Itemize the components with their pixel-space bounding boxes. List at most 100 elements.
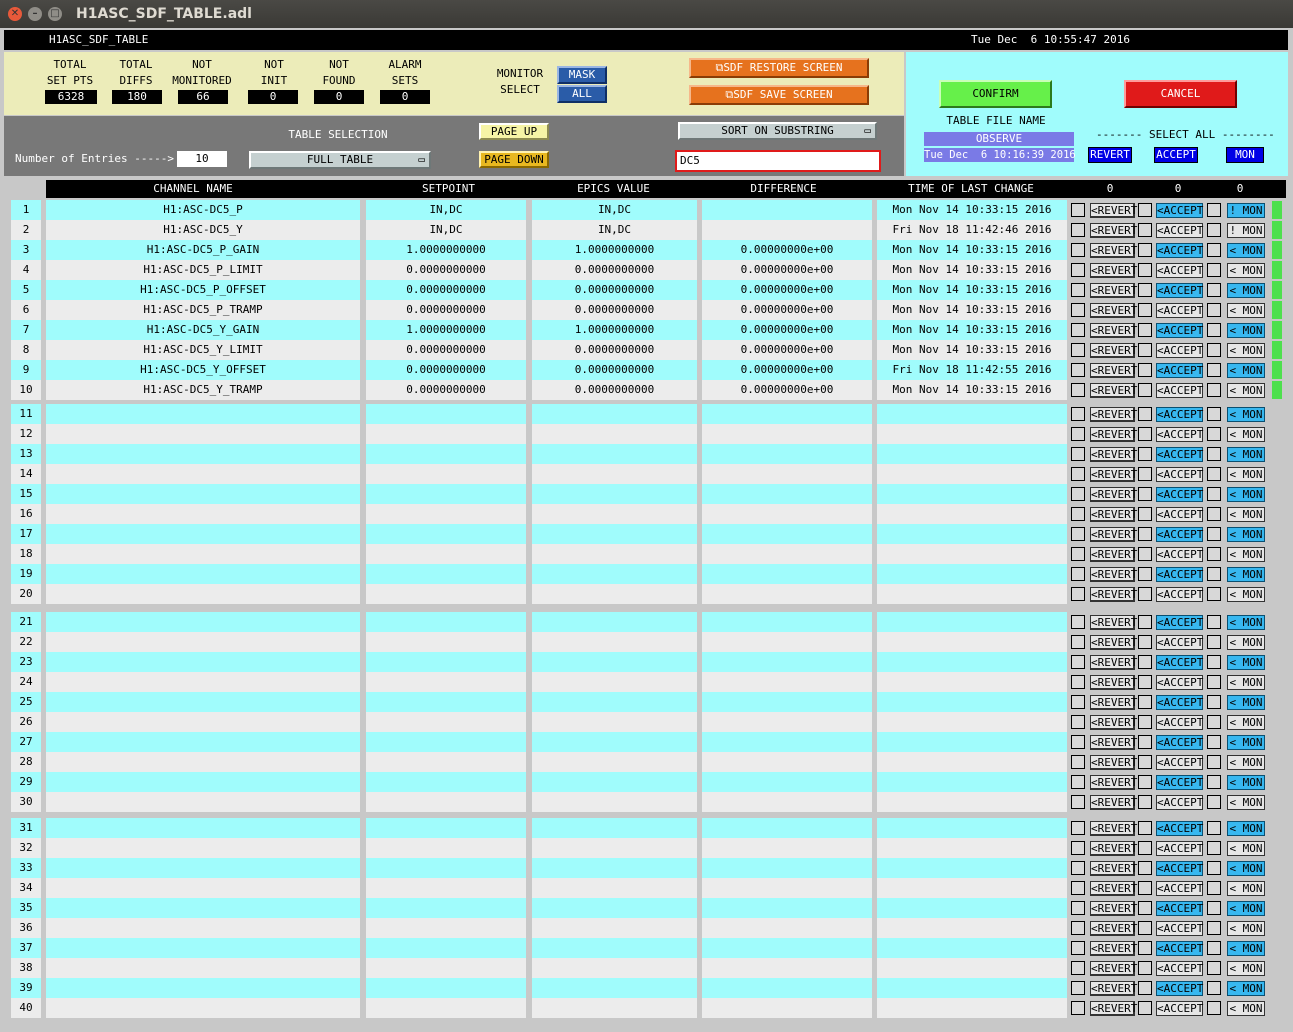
revert-checkbox[interactable]: [1071, 715, 1085, 729]
revert-checkbox[interactable]: [1071, 735, 1085, 749]
accept-button[interactable]: <ACCEPT: [1156, 675, 1203, 690]
revert-button[interactable]: <REVERT: [1090, 881, 1137, 896]
revert-checkbox[interactable]: [1071, 675, 1085, 689]
mon-checkbox[interactable]: [1207, 283, 1221, 297]
cancel-button[interactable]: CANCEL: [1124, 80, 1237, 108]
mon-checkbox[interactable]: [1207, 841, 1221, 855]
mon-button[interactable]: < MON: [1227, 263, 1265, 278]
accept-checkbox[interactable]: [1138, 383, 1152, 397]
accept-button[interactable]: <ACCEPT: [1156, 547, 1203, 562]
accept-checkbox[interactable]: [1138, 587, 1152, 601]
sort-on-substring-dropdown[interactable]: SORT ON SUBSTRING ▭: [678, 122, 877, 140]
accept-button[interactable]: <ACCEPT: [1156, 981, 1203, 996]
accept-button[interactable]: <ACCEPT: [1156, 715, 1203, 730]
accept-button[interactable]: <ACCEPT: [1156, 795, 1203, 810]
revert-checkbox[interactable]: [1071, 427, 1085, 441]
revert-checkbox[interactable]: [1071, 323, 1085, 337]
revert-button[interactable]: <REVERT: [1090, 775, 1137, 790]
accept-checkbox[interactable]: [1138, 941, 1152, 955]
accept-checkbox[interactable]: [1138, 861, 1152, 875]
accept-checkbox[interactable]: [1138, 655, 1152, 669]
mon-checkbox[interactable]: [1207, 695, 1221, 709]
mon-button[interactable]: < MON: [1227, 447, 1265, 462]
revert-button[interactable]: <REVERT: [1090, 695, 1137, 710]
revert-button[interactable]: <REVERT: [1090, 487, 1137, 502]
mon-button[interactable]: < MON: [1227, 961, 1265, 976]
accept-button[interactable]: <ACCEPT: [1156, 655, 1203, 670]
accept-button[interactable]: <ACCEPT: [1156, 303, 1203, 318]
accept-checkbox[interactable]: [1138, 881, 1152, 895]
accept-button[interactable]: <ACCEPT: [1156, 383, 1203, 398]
mon-button[interactable]: < MON: [1227, 921, 1265, 936]
revert-checkbox[interactable]: [1071, 961, 1085, 975]
mon-checkbox[interactable]: [1207, 901, 1221, 915]
accept-button[interactable]: <ACCEPT: [1156, 427, 1203, 442]
accept-checkbox[interactable]: [1138, 695, 1152, 709]
accept-button[interactable]: <ACCEPT: [1156, 695, 1203, 710]
revert-checkbox[interactable]: [1071, 1001, 1085, 1015]
revert-checkbox[interactable]: [1071, 795, 1085, 809]
mon-checkbox[interactable]: [1207, 507, 1221, 521]
mon-checkbox[interactable]: [1207, 527, 1221, 541]
mon-button[interactable]: < MON: [1227, 821, 1265, 836]
sort-substring-input[interactable]: DC5: [675, 150, 881, 172]
entries-input[interactable]: 10: [177, 151, 227, 167]
mon-checkbox[interactable]: [1207, 263, 1221, 277]
mon-checkbox[interactable]: [1207, 203, 1221, 217]
revert-button[interactable]: <REVERT: [1090, 527, 1137, 542]
accept-button[interactable]: <ACCEPT: [1156, 223, 1203, 238]
accept-checkbox[interactable]: [1138, 487, 1152, 501]
revert-button[interactable]: <REVERT: [1090, 821, 1137, 836]
mon-button[interactable]: < MON: [1227, 635, 1265, 650]
mon-button[interactable]: ! MON: [1227, 223, 1265, 238]
revert-button[interactable]: <REVERT: [1090, 981, 1137, 996]
mon-checkbox[interactable]: [1207, 487, 1221, 501]
mon-button[interactable]: < MON: [1227, 775, 1265, 790]
accept-checkbox[interactable]: [1138, 921, 1152, 935]
revert-checkbox[interactable]: [1071, 507, 1085, 521]
revert-checkbox[interactable]: [1071, 467, 1085, 481]
window-minimize-icon[interactable]: –: [28, 7, 42, 21]
revert-button[interactable]: <REVERT: [1090, 675, 1137, 690]
mon-button[interactable]: < MON: [1227, 675, 1265, 690]
accept-button[interactable]: <ACCEPT: [1156, 961, 1203, 976]
window-close-icon[interactable]: ✕: [8, 7, 22, 21]
revert-button[interactable]: <REVERT: [1090, 861, 1137, 876]
revert-button[interactable]: <REVERT: [1090, 363, 1137, 378]
mon-button[interactable]: < MON: [1227, 615, 1265, 630]
accept-checkbox[interactable]: [1138, 323, 1152, 337]
revert-button[interactable]: <REVERT: [1090, 1001, 1137, 1016]
revert-button[interactable]: <REVERT: [1090, 587, 1137, 602]
mon-button[interactable]: < MON: [1227, 343, 1265, 358]
revert-checkbox[interactable]: [1071, 567, 1085, 581]
accept-checkbox[interactable]: [1138, 755, 1152, 769]
revert-button[interactable]: <REVERT: [1090, 735, 1137, 750]
accept-button[interactable]: <ACCEPT: [1156, 203, 1203, 218]
all-button[interactable]: ALL: [557, 85, 607, 103]
mon-button[interactable]: < MON: [1227, 243, 1265, 258]
mon-checkbox[interactable]: [1207, 223, 1221, 237]
accept-checkbox[interactable]: [1138, 243, 1152, 257]
accept-checkbox[interactable]: [1138, 427, 1152, 441]
mon-checkbox[interactable]: [1207, 675, 1221, 689]
accept-button[interactable]: <ACCEPT: [1156, 363, 1203, 378]
mon-button[interactable]: < MON: [1227, 901, 1265, 916]
accept-checkbox[interactable]: [1138, 263, 1152, 277]
revert-checkbox[interactable]: [1071, 775, 1085, 789]
accept-checkbox[interactable]: [1138, 775, 1152, 789]
accept-button[interactable]: <ACCEPT: [1156, 507, 1203, 522]
accept-button[interactable]: <ACCEPT: [1156, 587, 1203, 602]
mon-checkbox[interactable]: [1207, 547, 1221, 561]
revert-button[interactable]: <REVERT: [1090, 507, 1137, 522]
mon-checkbox[interactable]: [1207, 821, 1221, 835]
page-up-button[interactable]: PAGE UP: [479, 123, 549, 140]
accept-button[interactable]: <ACCEPT: [1156, 323, 1203, 338]
mon-checkbox[interactable]: [1207, 881, 1221, 895]
accept-button[interactable]: <ACCEPT: [1156, 901, 1203, 916]
accept-checkbox[interactable]: [1138, 527, 1152, 541]
confirm-button[interactable]: CONFIRM: [939, 80, 1052, 108]
accept-checkbox[interactable]: [1138, 303, 1152, 317]
mon-button[interactable]: < MON: [1227, 655, 1265, 670]
mon-checkbox[interactable]: [1207, 635, 1221, 649]
table-selection-dropdown[interactable]: FULL TABLE ▭: [249, 151, 431, 169]
